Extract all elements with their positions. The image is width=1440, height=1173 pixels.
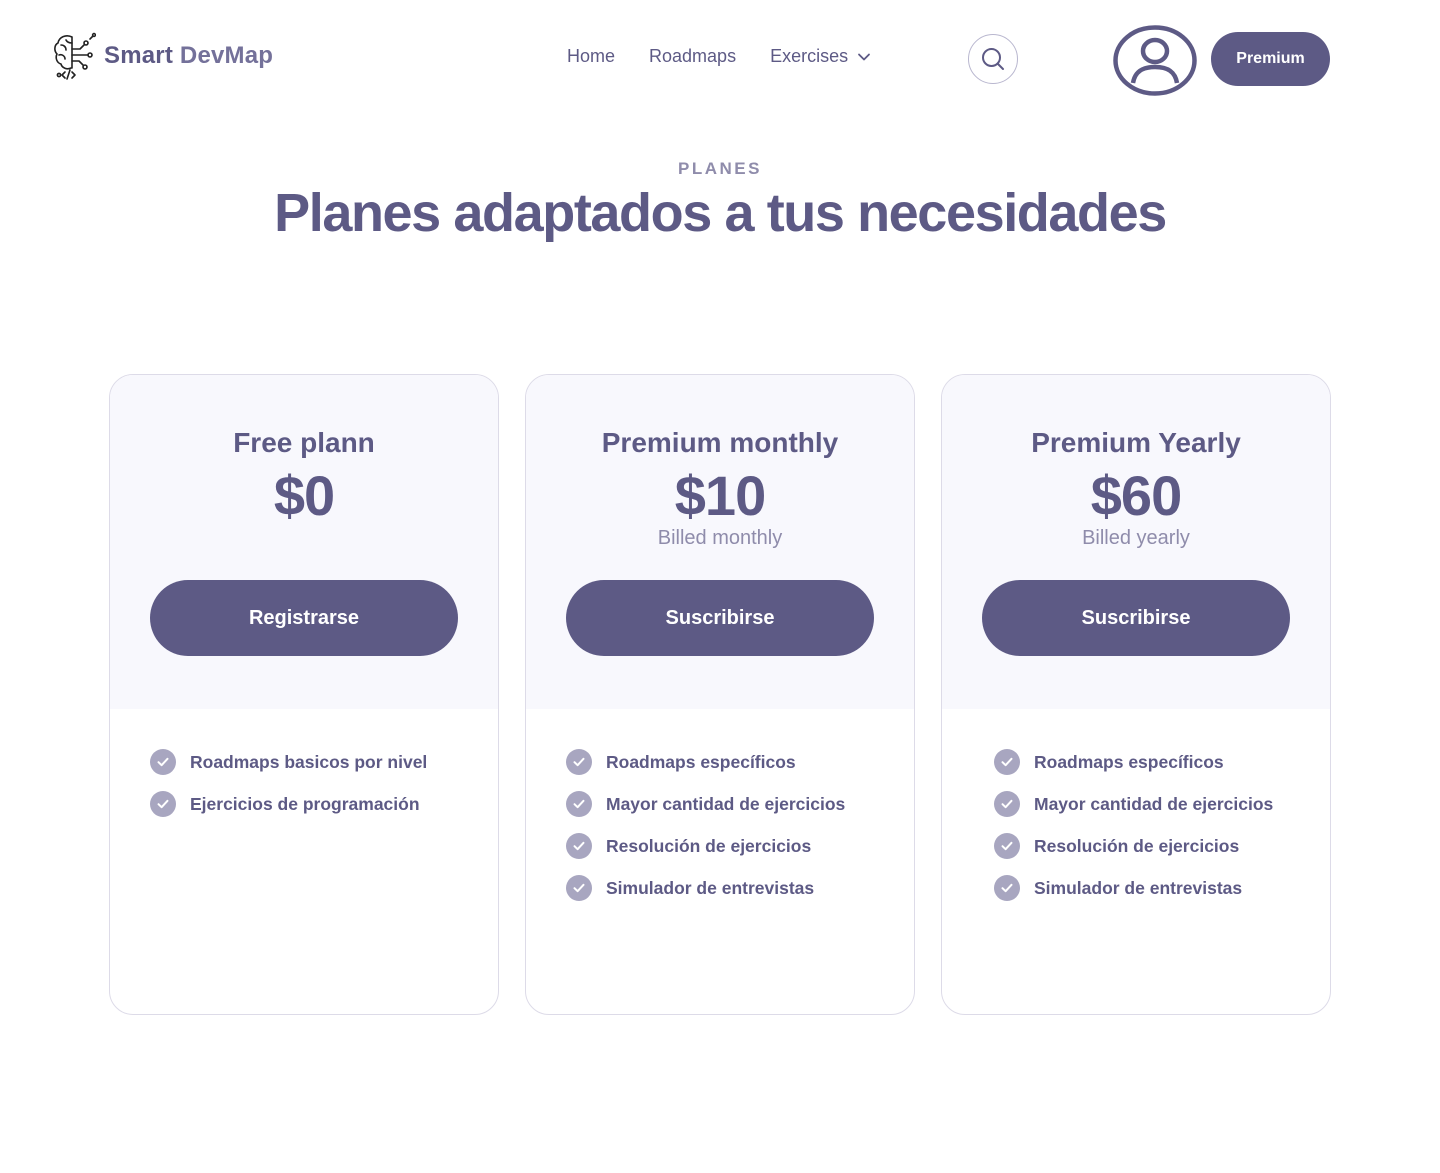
brand-name-part1: Smart [104,42,180,69]
check-circle-icon [994,875,1020,901]
nav-home[interactable]: Home [567,46,615,67]
feature-item: Roadmaps basicos por nivel [150,749,427,775]
feature-list: Roadmaps basicos por nivel Ejercicios de… [150,749,427,833]
user-avatar-button[interactable] [1113,25,1197,96]
feature-item: Resolución de ejercicios [566,833,845,859]
feature-text: Simulador de entrevistas [1034,877,1243,898]
plan-name: Premium Yearly [1031,427,1241,458]
plan-price: $10 [674,464,766,527]
plan-name: Premium monthly [601,427,839,458]
plan-card-header: Free plann $0 Registrarse [110,375,498,709]
check-circle-icon [150,749,176,775]
feature-list: Roadmaps específicos Mayor cantidad de e… [994,749,1273,917]
feature-list: Roadmaps específicos Mayor cantidad de e… [566,749,845,917]
feature-item: Mayor cantidad de ejercicios [566,791,845,817]
brand-name-part2: DevMap [179,42,274,69]
nav-roadmaps-label: Roadmaps [649,46,737,66]
check-circle-icon [566,749,592,775]
subscribe-monthly-button[interactable]: Suscribirse [566,580,874,656]
check-circle-icon [566,875,592,901]
feature-item: Ejercicios de programación [150,791,427,817]
feature-item: Resolución de ejercicios [994,833,1273,859]
plan-card-premium-yearly: Premium Yearly $60 Billed yearly Suscrib… [941,374,1331,1015]
chevron-down-icon [858,53,870,60]
check-circle-icon [150,791,176,817]
feature-item: Simulador de entrevistas [994,875,1273,901]
section-eyebrow: PLANES [678,159,762,178]
main-nav: Home Roadmaps Exercises [567,46,905,67]
premium-button[interactable]: Premium [1211,32,1330,86]
feature-text: Roadmaps específicos [606,751,796,772]
nav-roadmaps[interactable]: Roadmaps [649,46,736,67]
plan-card-header: Premium monthly $10 Billed monthly Suscr… [526,375,914,709]
check-circle-icon [566,833,592,859]
feature-text: Resolución de ejercicios [606,835,812,856]
page-title: Planes adaptados a tus necesidades [274,183,1167,243]
plan-price: $0 [273,464,335,527]
feature-text: Ejercicios de programación [190,793,420,814]
search-icon [982,48,1004,70]
check-circle-icon [994,833,1020,859]
brand-name: Smart DevMap [104,42,273,70]
plan-card-premium-monthly: Premium monthly $10 Billed monthly Suscr… [525,374,915,1015]
plan-card-header: Premium Yearly $60 Billed yearly Suscrib… [942,375,1330,709]
plan-price: $60 [1090,464,1182,527]
plan-card-free: Free plann $0 Registrarse Roadmaps basic… [109,374,499,1015]
plan-name: Free plann [233,427,375,458]
search-button[interactable] [968,34,1018,84]
feature-item: Simulador de entrevistas [566,875,845,901]
feature-text: Resolución de ejercicios [1034,835,1240,856]
feature-item: Roadmaps específicos [994,749,1273,775]
feature-text: Simulador de entrevistas [606,877,815,898]
brain-circuit-icon [54,32,96,80]
nav-exercises-label: Exercises [770,46,849,66]
subscribe-yearly-button[interactable]: Suscribirse [982,580,1290,656]
feature-text: Mayor cantidad de ejercicios [1034,793,1274,814]
feature-text: Roadmaps basicos por nivel [190,751,428,772]
feature-text: Mayor cantidad de ejercicios [606,793,846,814]
nav-exercises-dropdown[interactable]: Exercises [770,46,871,67]
feature-item: Roadmaps específicos [566,749,845,775]
plan-billing: Billed monthly [657,527,783,549]
check-circle-icon [994,749,1020,775]
nav-home-label: Home [567,46,616,66]
feature-item: Mayor cantidad de ejercicios [994,791,1273,817]
feature-text: Roadmaps específicos [1034,751,1224,772]
check-circle-icon [566,791,592,817]
register-button[interactable]: Registrarse [150,580,458,656]
brand-logo-link[interactable]: Smart DevMap [52,31,273,81]
site-header: Smart DevMap Home Roadmaps Exercises Pre… [0,0,1440,118]
plan-billing: Billed yearly [1082,527,1190,549]
check-circle-icon [994,791,1020,817]
